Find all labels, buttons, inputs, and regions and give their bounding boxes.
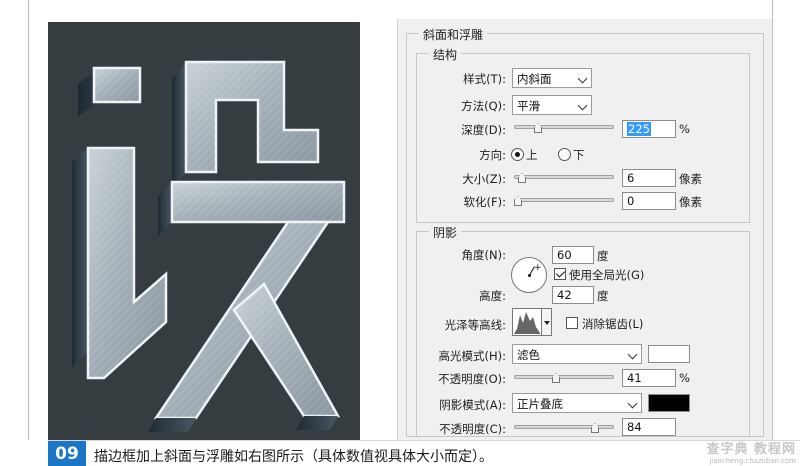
depth-label: 深度(D):	[461, 123, 506, 137]
direction-up-label: 上	[526, 148, 538, 162]
depth-slider[interactable]	[514, 121, 614, 133]
anti-aliased-label: 消除锯齿(L)	[582, 317, 644, 331]
technique-select[interactable]: 平滑	[512, 95, 592, 115]
size-label: 大小(Z):	[462, 172, 506, 186]
gloss-contour-preview[interactable]	[512, 308, 542, 336]
highlight-color-swatch[interactable]	[648, 345, 690, 363]
shadow-opacity-value: 84	[627, 420, 642, 434]
highlight-mode-label: 高光模式(H):	[438, 349, 507, 363]
highlight-mode-value: 滤色	[517, 348, 540, 362]
highlight-opacity-slider[interactable]	[514, 371, 614, 383]
watermark-sub: jiaocheng.chazidian.com	[709, 457, 796, 465]
layer-style-panel: 斜面和浮雕 结构 样式(T): 内斜面 方法(Q): 平滑 深度(D): 225…	[397, 19, 772, 440]
angle-label: 角度(N):	[461, 248, 506, 262]
shadow-color-swatch[interactable]	[648, 394, 690, 412]
altitude-input[interactable]: 42	[552, 286, 594, 304]
soften-unit: 像素	[679, 195, 702, 209]
size-slider[interactable]	[514, 171, 614, 183]
size-input[interactable]: 6	[622, 169, 676, 187]
altitude-value: 42	[557, 288, 572, 302]
shadow-mode-label: 阴影模式(A):	[439, 398, 506, 412]
anti-aliased-checkbox[interactable]	[566, 317, 578, 329]
metal-character-graphic	[72, 60, 346, 432]
structure-title: 结构	[429, 46, 462, 63]
highlight-opacity-value: 41	[627, 371, 642, 385]
style-label: 样式(T):	[463, 72, 506, 86]
technique-label: 方法(Q):	[461, 99, 506, 113]
highlight-opacity-input[interactable]: 41	[622, 369, 676, 387]
use-global-light-checkbox[interactable]	[554, 268, 566, 280]
bevel-emboss-title: 斜面和浮雕	[419, 26, 488, 43]
frame-line-right	[772, 0, 773, 440]
angle-dial[interactable]: +	[511, 257, 547, 293]
chevron-down-icon	[577, 100, 588, 111]
shadow-opacity-label: 不透明度(C):	[439, 422, 506, 436]
soften-label: 软化(F):	[463, 195, 506, 209]
depth-input[interactable]: 225	[622, 120, 676, 138]
contour-dropdown-button[interactable]	[542, 308, 552, 336]
soften-input[interactable]: 0	[622, 192, 676, 210]
style-select[interactable]: 内斜面	[512, 68, 592, 88]
depth-unit: %	[679, 122, 690, 136]
soften-slider[interactable]	[514, 194, 614, 206]
step-description: 描边框加上斜面与浮雕如右图所示（具体数值视具体大小而定）。	[94, 449, 493, 465]
shading-title: 阴影	[429, 224, 462, 241]
chevron-down-icon	[577, 73, 588, 84]
step-caption: 09 描边框加上斜面与浮雕如右图所示（具体数值视具体大小而定）。	[48, 440, 800, 466]
angle-input[interactable]: 60	[552, 246, 594, 264]
size-value: 6	[627, 171, 635, 185]
gloss-contour-label: 光泽等高线:	[444, 318, 506, 332]
step-number-badge: 09	[48, 441, 86, 466]
direction-down-radio[interactable]	[558, 148, 571, 161]
highlight-mode-select[interactable]: 滤色	[512, 344, 642, 364]
altitude-unit: 度	[597, 289, 609, 303]
technique-value: 平滑	[517, 99, 540, 113]
angle-unit: 度	[597, 249, 609, 263]
frame-line-left	[28, 0, 29, 440]
highlight-opacity-label: 不透明度(O):	[438, 372, 506, 386]
highlight-opacity-unit: %	[679, 371, 690, 385]
direction-label: 方向:	[479, 148, 506, 162]
depth-value: 225	[627, 122, 651, 136]
size-unit: 像素	[679, 172, 702, 186]
site-watermark: 查字典 教程网 jiaocheng.chazidian.com	[706, 438, 796, 465]
artwork-image	[48, 22, 360, 440]
altitude-label: 高度:	[479, 289, 506, 303]
use-global-light-label: 使用全局光(G)	[569, 268, 645, 282]
watermark-main: 查字典 教程网	[706, 442, 796, 457]
shadow-mode-select[interactable]: 正片叠底	[512, 393, 642, 413]
crosshair-icon: +	[534, 263, 542, 273]
shadow-mode-value: 正片叠底	[517, 397, 563, 411]
soften-value: 0	[627, 194, 635, 208]
style-value: 内斜面	[517, 72, 552, 86]
direction-down-label: 下	[573, 148, 585, 162]
direction-up-radio[interactable]	[511, 148, 524, 161]
chevron-down-icon	[627, 398, 638, 409]
angle-center	[528, 274, 531, 277]
shadow-opacity-input[interactable]: 84	[622, 418, 676, 436]
shadow-opacity-slider[interactable]	[514, 421, 614, 433]
angle-value: 60	[557, 248, 572, 262]
chevron-down-icon	[627, 349, 638, 360]
contour-curve-icon	[514, 312, 540, 334]
